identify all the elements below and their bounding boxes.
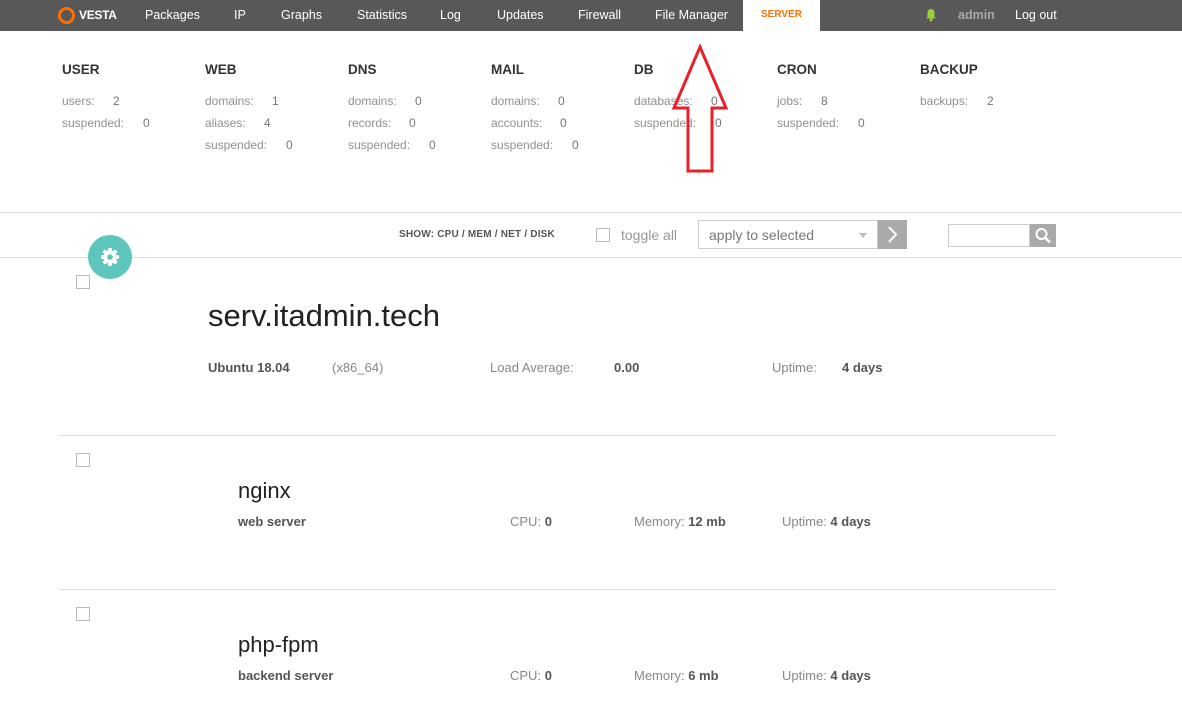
service-checkbox[interactable] bbox=[76, 453, 90, 467]
logo-text: VESTA bbox=[79, 8, 117, 22]
service-desc: web server bbox=[238, 514, 306, 529]
host-arch: (x86_64) bbox=[332, 360, 384, 375]
stat-row: users: 2 bbox=[62, 94, 120, 108]
stats-title: DNS bbox=[348, 62, 377, 77]
host-uptime-label: Uptime: bbox=[772, 360, 817, 375]
bell-icon[interactable] bbox=[925, 8, 937, 22]
up-arrow-annotation-icon bbox=[671, 44, 729, 173]
row-separator bbox=[59, 435, 1056, 436]
nav-log[interactable]: Log bbox=[440, 0, 461, 31]
stat-row: domains: 1 bbox=[205, 94, 279, 108]
stat-row: suspended: 0 bbox=[62, 116, 150, 130]
nav-file-manager[interactable]: File Manager bbox=[655, 0, 728, 31]
search-button[interactable] bbox=[1030, 224, 1056, 247]
apply-to-selected-select[interactable]: apply to selected bbox=[698, 220, 878, 249]
caret-down-icon bbox=[859, 233, 867, 238]
stat-row: domains: 0 bbox=[348, 94, 422, 108]
service-name[interactable]: php-fpm bbox=[238, 632, 319, 658]
load-average-value: 0.00 bbox=[614, 360, 640, 375]
divider bbox=[0, 212, 1182, 213]
row-separator bbox=[59, 589, 1056, 590]
top-navigation: VESTA Packages IP Graphs Statistics Log … bbox=[0, 0, 1182, 31]
apply-button[interactable] bbox=[878, 220, 907, 249]
stats-cron[interactable]: CRON jobs: 8 suspended: 0 bbox=[777, 62, 865, 134]
settings-gear-button[interactable] bbox=[88, 235, 132, 279]
apply-select-value: apply to selected bbox=[709, 227, 815, 243]
stats-dns[interactable]: DNS domains: 0 records: 0 suspended: 0 bbox=[348, 62, 436, 156]
vesta-logo[interactable]: VESTA bbox=[58, 6, 117, 24]
host-checkbox[interactable] bbox=[76, 275, 90, 289]
logout-link[interactable]: Log out bbox=[1015, 0, 1057, 30]
service-checkbox[interactable] bbox=[76, 607, 90, 621]
stats-title: MAIL bbox=[491, 62, 524, 77]
load-average-label: Load Average: bbox=[490, 360, 574, 375]
host-uptime-value: 4 days bbox=[842, 360, 883, 375]
service-memory: Memory: 12 mb bbox=[634, 514, 726, 529]
stats-title: BACKUP bbox=[920, 62, 978, 77]
stats-backup[interactable]: BACKUP backups: 2 bbox=[920, 62, 994, 112]
service-name[interactable]: nginx bbox=[238, 478, 291, 504]
nav-packages[interactable]: Packages bbox=[145, 0, 200, 31]
toggle-all-label[interactable]: toggle all bbox=[621, 227, 677, 243]
nav-ip[interactable]: IP bbox=[234, 0, 246, 31]
divider bbox=[0, 257, 1182, 258]
stats-title: WEB bbox=[205, 62, 237, 77]
stats-title: CRON bbox=[777, 62, 817, 77]
vesta-logo-icon bbox=[58, 6, 75, 24]
show-metrics-label[interactable]: SHOW: CPU / MEM / NET / DISK bbox=[399, 229, 555, 240]
nav-firewall[interactable]: Firewall bbox=[578, 0, 621, 31]
host-os: Ubuntu 18.04 bbox=[208, 360, 290, 375]
service-memory: Memory: 6 mb bbox=[634, 668, 719, 683]
search-icon bbox=[1035, 228, 1051, 244]
nav-server-active[interactable]: SERVER bbox=[743, 0, 820, 31]
service-uptime: Uptime: 4 days bbox=[782, 668, 871, 683]
stat-row: accounts: 0 bbox=[491, 116, 567, 130]
stats-user[interactable]: USER users: 2 suspended: 0 bbox=[62, 62, 150, 134]
toggle-all-checkbox[interactable] bbox=[596, 228, 610, 242]
stat-row: jobs: 8 bbox=[777, 94, 828, 108]
service-cpu: CPU: 0 bbox=[510, 668, 552, 683]
service-cpu: CPU: 0 bbox=[510, 514, 552, 529]
stat-row: suspended: 0 bbox=[348, 138, 436, 152]
service-desc: backend server bbox=[238, 668, 334, 683]
nav-updates[interactable]: Updates bbox=[497, 0, 544, 31]
stats-mail[interactable]: MAIL domains: 0 accounts: 0 suspended: 0 bbox=[491, 62, 579, 156]
nav-statistics[interactable]: Statistics bbox=[357, 0, 407, 31]
user-link[interactable]: admin bbox=[958, 0, 995, 30]
chevron-right-icon bbox=[888, 226, 898, 243]
stat-row: suspended: 0 bbox=[777, 116, 865, 130]
stat-row: backups: 2 bbox=[920, 94, 994, 108]
stats-web[interactable]: WEB domains: 1 aliases: 4 suspended: 0 bbox=[205, 62, 293, 156]
gear-icon bbox=[101, 248, 119, 266]
stat-row: suspended: 0 bbox=[205, 138, 293, 152]
stat-row: domains: 0 bbox=[491, 94, 565, 108]
stat-row: suspended: 0 bbox=[491, 138, 579, 152]
nav-graphs[interactable]: Graphs bbox=[281, 0, 322, 31]
service-uptime: Uptime: 4 days bbox=[782, 514, 871, 529]
search-input[interactable] bbox=[948, 224, 1030, 247]
stat-row: records: 0 bbox=[348, 116, 416, 130]
stat-row: aliases: 4 bbox=[205, 116, 271, 130]
stats-title: USER bbox=[62, 62, 100, 77]
host-name[interactable]: serv.itadmin.tech bbox=[208, 298, 440, 334]
